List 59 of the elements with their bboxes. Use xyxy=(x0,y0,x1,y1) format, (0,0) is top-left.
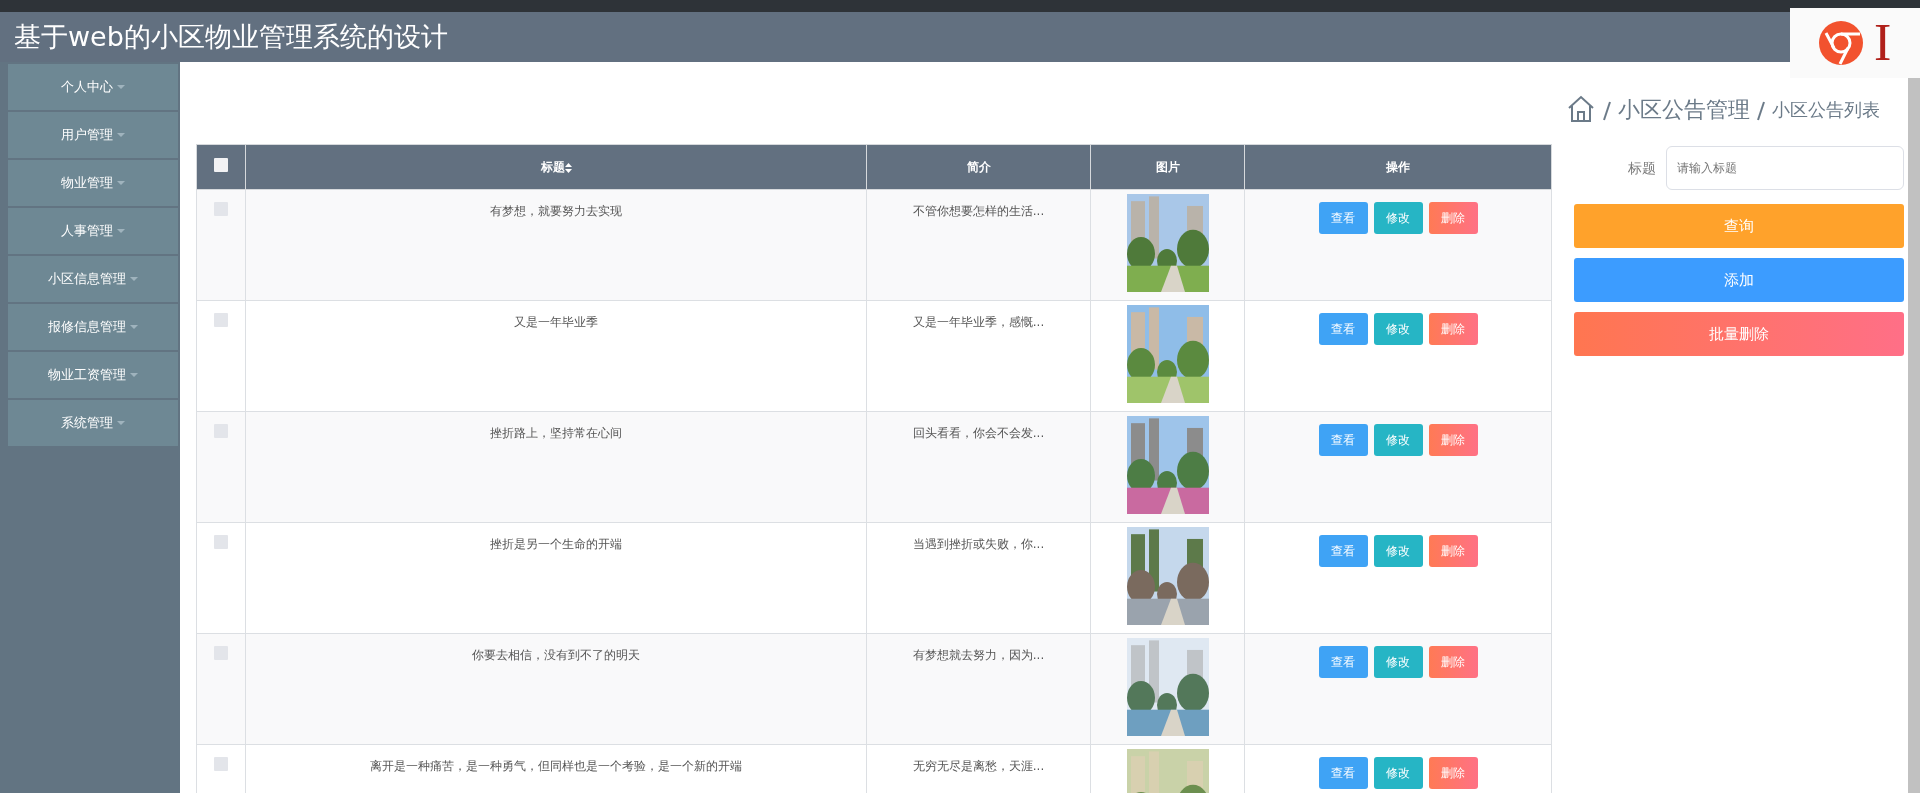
column-header: 图片 xyxy=(1155,160,1180,174)
delete-button[interactable]: 删除 xyxy=(1428,424,1478,456)
scrollbar[interactable] xyxy=(1908,78,1920,793)
delete-button[interactable]: 删除 xyxy=(1428,202,1478,234)
row-checkbox[interactable] xyxy=(214,313,228,327)
sidebar-menu-item[interactable]: 个人中心 xyxy=(8,64,178,110)
view-button[interactable]: 查看 xyxy=(1318,313,1368,345)
view-button[interactable]: 查看 xyxy=(1318,757,1368,789)
search-field[interactable]: 请输入标题 xyxy=(1666,146,1904,190)
sidebar-menu-item[interactable]: 物业管理 xyxy=(8,160,178,206)
delete-button[interactable]: 删除 xyxy=(1428,535,1478,567)
logo-letter: I xyxy=(1874,17,1892,69)
column-header: 操作 xyxy=(1386,160,1410,174)
intro-text: 当遇到挫折或失败，你... xyxy=(912,537,1045,551)
app-title: 基于web的小区物业管理系统的设计 xyxy=(14,19,448,54)
search-button[interactable]: 查询 xyxy=(1574,204,1904,248)
home-icon[interactable] xyxy=(1566,94,1596,124)
title-text: 挫折是另一个生命的开端 xyxy=(490,537,622,551)
sidebar-menu-item[interactable]: 物业工资管理 xyxy=(8,352,178,398)
sort-icon[interactable] xyxy=(564,162,572,173)
title-text: 你要去相信，没有到不了的明天 xyxy=(472,648,640,662)
edit-button[interactable]: 修改 xyxy=(1373,646,1423,678)
title-text: 离开是一种痛苦，是一种勇气，但同样也是一个考验，是一个新的开端 xyxy=(370,759,742,773)
breadcrumb-link[interactable]: 小区公告管理 xyxy=(1618,92,1750,126)
delete-button[interactable]: 删除 xyxy=(1428,646,1478,678)
add-button[interactable]: 添加 xyxy=(1574,258,1904,302)
intro-text: 无穷无尽是离愁，天涯... xyxy=(912,759,1045,773)
browser-logo-icon xyxy=(1818,20,1864,66)
edit-button[interactable]: 修改 xyxy=(1373,757,1423,789)
sidebar-menu-item[interactable]: 小区信息管理 xyxy=(8,256,178,302)
select-all-checkbox[interactable] xyxy=(214,157,228,172)
sidebar-menu-item[interactable]: 报修信息管理 xyxy=(8,304,178,350)
intro-text: 有梦想就去努力，因为... xyxy=(912,648,1045,662)
view-button[interactable]: 查看 xyxy=(1318,202,1368,234)
view-button[interactable]: 查看 xyxy=(1318,424,1368,456)
sidebar-menu-item[interactable]: 用户管理 xyxy=(8,112,178,158)
search-label: 标题 xyxy=(1628,158,1656,178)
intro-text: 回头看看，你会不会发... xyxy=(912,426,1045,440)
title-text: 又是一年毕业季 xyxy=(514,315,598,329)
edit-button[interactable]: 修改 xyxy=(1373,313,1423,345)
intro-text: 又是一年毕业季，感慨... xyxy=(912,315,1045,329)
view-button[interactable]: 查看 xyxy=(1318,646,1368,678)
batch-delete-button[interactable]: 批量删除 xyxy=(1574,312,1904,356)
edit-button[interactable]: 修改 xyxy=(1373,424,1423,456)
sidebar-menu-item[interactable]: 人事管理 xyxy=(8,208,178,254)
delete-button[interactable]: 删除 xyxy=(1428,757,1478,789)
title-text: 有梦想，就要努力去实现 xyxy=(490,204,622,218)
breadcrumb-current: 小区公告列表 xyxy=(1772,97,1880,122)
row-checkbox[interactable] xyxy=(214,757,228,771)
column-header[interactable]: 标题 xyxy=(540,160,565,174)
delete-button[interactable]: 删除 xyxy=(1428,313,1478,345)
view-button[interactable]: 查看 xyxy=(1318,535,1368,567)
column-header: 简介 xyxy=(966,160,991,174)
title-text: 挫折路上，坚持常在心间 xyxy=(490,426,622,440)
row-checkbox[interactable] xyxy=(214,535,228,549)
sidebar-menu-item[interactable]: 系统管理 xyxy=(8,400,178,446)
edit-button[interactable]: 修改 xyxy=(1373,202,1423,234)
edit-button[interactable]: 修改 xyxy=(1373,535,1423,567)
intro-text: 不管你想要怎样的生活... xyxy=(912,204,1045,218)
